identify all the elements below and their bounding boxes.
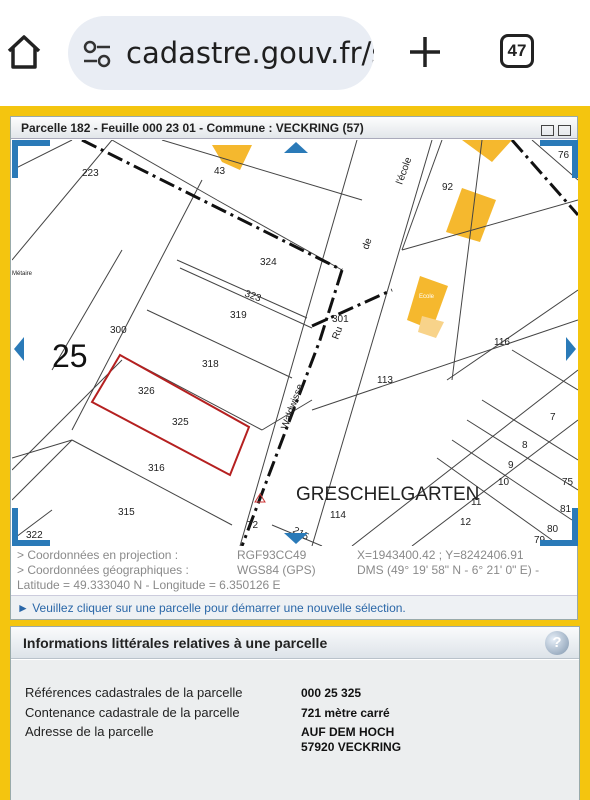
map-label: 116 (494, 337, 510, 348)
info-panel-body: Références cadastrales de la parcelle 00… (11, 660, 579, 800)
map-label: 114 (330, 510, 346, 521)
map-label: 315 (118, 507, 135, 518)
address-bar[interactable]: cadastre.gouv.fr/s (68, 16, 374, 90)
pan-up-icon[interactable] (284, 142, 308, 153)
corner-bracket (540, 508, 578, 546)
row-label: Contenance cadastrale de la parcelle (25, 705, 240, 720)
map-label-ecole: Ecole (419, 294, 435, 300)
map-label: 323 (243, 288, 263, 304)
parcel-info-panel: Informations littérales relatives à une … (10, 626, 580, 800)
instruction-bar: ► Veuillez cliquer sur une parcelle pour… (11, 595, 577, 619)
corner-bracket (12, 508, 50, 546)
map-label: 319 (230, 310, 247, 321)
street-label: Ru (330, 325, 345, 341)
map-title-text: Parcelle 182 - Feuille 000 23 01 - Commu… (21, 121, 364, 135)
map-panel-title: Parcelle 182 - Feuille 000 23 01 - Commu… (11, 117, 577, 139)
map-label: 9 (508, 460, 514, 471)
maximize-icon[interactable] (558, 125, 571, 136)
street-label: Waldwisse (279, 382, 306, 431)
map-label: 325 (172, 417, 189, 428)
map-label: 316 (148, 463, 165, 474)
map-label: 81 (560, 504, 572, 515)
street-label: de (360, 236, 374, 251)
building (462, 140, 512, 162)
section-number: 25 (52, 338, 88, 374)
help-icon[interactable]: ? (545, 631, 569, 655)
map-label: 72 (247, 520, 259, 531)
map-label: 301 (332, 314, 349, 325)
map-label: 10 (498, 477, 510, 488)
map-label: 113 (377, 375, 393, 386)
parcel-address-line2: 57920 VECKRING (301, 740, 402, 754)
map-label: 43 (214, 166, 226, 177)
info-panel-title: Informations littérales relatives à une … (23, 635, 328, 651)
tab-switcher-icon[interactable]: 47 (500, 34, 534, 68)
info-panel-header: Informations littérales relatives à une … (11, 627, 579, 659)
map-label: 80 (547, 524, 559, 535)
parcel-area: 721 mètre carré (301, 706, 390, 720)
site-settings-icon[interactable] (82, 40, 112, 68)
map-label: 223 (82, 168, 99, 179)
restore-icon[interactable] (541, 125, 554, 136)
url-text[interactable]: cadastre.gouv.fr/s (126, 36, 374, 70)
street-label: l'école (394, 156, 414, 187)
geo-label: > Coordonnées géographiques : (17, 563, 189, 577)
proj-value: X=1943400.42 ; Y=8242406.91 (357, 548, 524, 562)
map-label-small: Métaire (12, 271, 33, 277)
place-name: GRESCHELGARTEN (296, 484, 479, 505)
parcel-reference: 000 25 325 (301, 686, 362, 700)
map-panel: Parcelle 182 - Feuille 000 23 01 - Commu… (10, 116, 578, 620)
instruction-text: ► Veuillez cliquer sur une parcelle pour… (17, 601, 406, 615)
map-label: 12 (460, 517, 472, 528)
home-icon[interactable] (4, 32, 44, 72)
geo-value: DMS (49° 19' 58" N - 6° 21' 0" E) - (357, 563, 540, 577)
map-label: 8 (522, 440, 528, 451)
parcel-address-line1: AUF DEM HOCH (301, 725, 395, 739)
map-label: 7 (550, 412, 556, 423)
row-label: Références cadastrales de la parcelle (25, 685, 243, 700)
cadastral-map[interactable]: 223 43 76 92 324 323 319 301 300 318 326… (12, 140, 578, 546)
building (446, 188, 496, 242)
map-label: 324 (260, 257, 277, 268)
selected-parcel-325[interactable] (90, 353, 251, 477)
proj-system: RGF93CC49 (237, 548, 307, 562)
map-label: 322 (26, 530, 43, 541)
map-label: 76 (558, 150, 570, 161)
building (418, 316, 444, 338)
map-label: 318 (202, 359, 219, 370)
browser-toolbar: cadastre.gouv.fr/s 47 (0, 0, 590, 106)
map-label: 92 (442, 182, 454, 193)
proj-label: > Coordonnées en projection : (17, 548, 179, 562)
geo-system: WGS84 (GPS) (237, 563, 316, 577)
map-label: 326 (138, 386, 155, 397)
map-label: 300 (110, 325, 127, 336)
corner-bracket (12, 140, 50, 178)
coordinates-block: > Coordonnées en projection : RGF93CC49 … (17, 548, 573, 593)
pan-right-icon[interactable] (566, 337, 576, 361)
map-label: 75 (562, 477, 574, 488)
new-tab-icon[interactable] (406, 33, 444, 71)
latlon-value: Latitude = 49.333040 N - Longitude = 6.3… (17, 578, 281, 592)
pan-left-icon[interactable] (14, 337, 24, 361)
row-label: Adresse de la parcelle (25, 724, 154, 739)
